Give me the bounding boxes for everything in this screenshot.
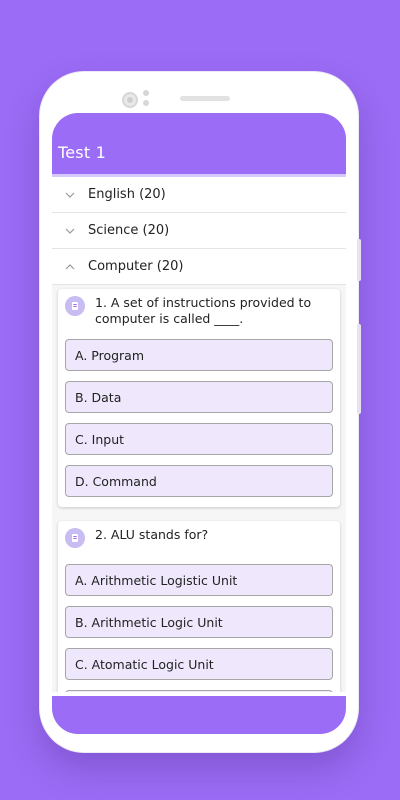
question-header: 2. ALU stands for? (65, 527, 333, 548)
question-card-2: 2. ALU stands for? A. Arithmetic Logisti… (58, 521, 340, 692)
option-d[interactable] (65, 690, 333, 692)
question-icon (65, 296, 85, 316)
page-title: Test 1 (58, 143, 106, 162)
subject-row-science[interactable]: Science (20) (52, 213, 346, 249)
subject-label: Science (20) (88, 223, 170, 238)
option-c[interactable]: C. Input (65, 423, 333, 455)
app-bar: Test 1 (52, 113, 346, 177)
question-card-1: 1. A set of instructions provided to com… (58, 289, 340, 507)
chevron-down-icon (52, 192, 88, 198)
phone-frame: Test 1 English (20) Science (20) Compute… (40, 72, 361, 752)
subject-row-computer[interactable]: Computer (20) (52, 249, 346, 285)
subject-label: English (20) (88, 187, 166, 202)
option-b[interactable]: B. Arithmetic Logic Unit (65, 606, 333, 638)
speaker-grille (180, 96, 230, 101)
option-a[interactable]: A. Arithmetic Logistic Unit (65, 564, 333, 596)
option-d[interactable]: D. Command (65, 465, 333, 497)
sensor-icon (143, 90, 149, 106)
question-header: 1. A set of instructions provided to com… (65, 295, 333, 327)
chevron-down-icon (52, 228, 88, 234)
screen: Test 1 English (20) Science (20) Compute… (52, 113, 346, 734)
subject-list: English (20) Science (20) Computer (20) (52, 177, 346, 692)
question-text: 2. ALU stands for? (95, 527, 209, 542)
volume-button (357, 239, 361, 281)
question-text: 1. A set of instructions provided to com… (95, 295, 312, 326)
chevron-up-icon (52, 263, 88, 270)
subject-label: Computer (20) (88, 259, 184, 274)
question-icon (65, 528, 85, 548)
option-c[interactable]: C. Atomatic Logic Unit (65, 648, 333, 680)
subject-row-english[interactable]: English (20) (52, 177, 346, 213)
camera-icon (122, 92, 138, 108)
option-b[interactable]: B. Data (65, 381, 333, 413)
option-a[interactable]: A. Program (65, 339, 333, 371)
bottom-bar (52, 696, 346, 734)
power-button (357, 324, 361, 414)
